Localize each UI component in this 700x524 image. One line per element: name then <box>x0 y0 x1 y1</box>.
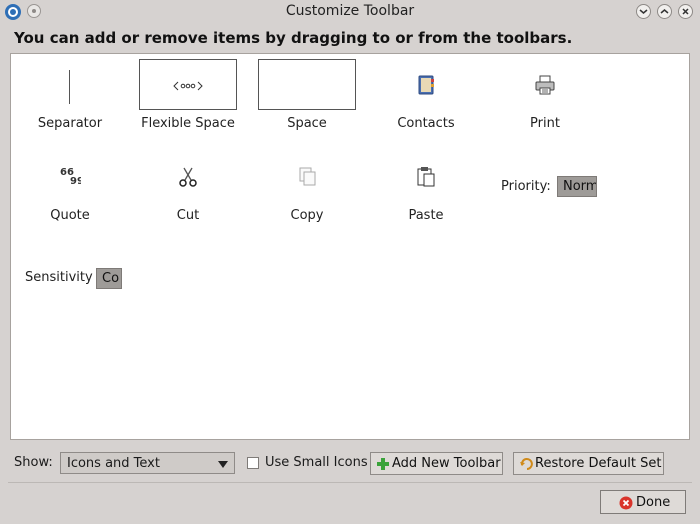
add-icon <box>377 458 389 470</box>
minimize-button[interactable] <box>636 4 651 19</box>
divider <box>8 482 692 483</box>
restore-icon <box>520 458 533 470</box>
palette-item-label: Cut <box>176 208 200 223</box>
restore-default-set-label: Restore Default Set <box>535 456 662 471</box>
palette-item-cut[interactable]: Cut <box>129 152 247 223</box>
flexible-space-icon <box>173 81 203 91</box>
bottom-controls: Show: Icons and Text Use Small Icons Add… <box>0 452 700 476</box>
priority-select[interactable]: Norm <box>557 176 597 197</box>
paste-icon <box>417 167 435 187</box>
separator-icon <box>69 70 70 104</box>
palette-item-label: Flexible Space <box>141 116 235 131</box>
sensitivity-label: Sensitivity <box>25 270 93 285</box>
palette-item-label: Space <box>287 116 327 131</box>
svg-text:99: 99 <box>70 176 81 187</box>
palette-item-contacts[interactable]: Contacts <box>367 60 485 131</box>
toolbar-palette[interactable]: Separator Flexible Space Space Contacts … <box>10 53 690 440</box>
show-label: Show: <box>14 455 53 470</box>
palette-item-label: Contacts <box>397 116 455 131</box>
show-mode-value: Icons and Text <box>67 456 160 471</box>
close-icon <box>682 8 689 15</box>
small-icons-checkbox[interactable] <box>247 457 259 469</box>
close-circle-icon <box>619 496 633 510</box>
palette-item-space[interactable]: Space <box>248 54 366 131</box>
chevron-up-icon <box>660 9 669 14</box>
dropdown-arrow-icon <box>218 461 228 468</box>
palette-item-print[interactable]: Print <box>486 60 604 131</box>
title-bar: Customize Toolbar <box>0 0 700 24</box>
small-icons-label[interactable]: Use Small Icons <box>265 455 368 470</box>
window-title: Customize Toolbar <box>285 3 415 19</box>
sensitivity-select[interactable]: Co <box>96 268 122 289</box>
palette-item-flexible-space[interactable]: Flexible Space <box>129 54 247 131</box>
palette-item-quote[interactable]: 66 99 Quote <box>11 152 129 223</box>
add-new-toolbar-button[interactable]: Add New Toolbar <box>370 452 503 475</box>
restore-default-set-button[interactable]: Restore Default Set <box>513 452 664 475</box>
palette-item-copy[interactable]: Copy <box>248 152 366 223</box>
address-book-icon <box>418 75 434 95</box>
add-new-toolbar-label: Add New Toolbar <box>392 456 501 471</box>
close-button[interactable] <box>678 4 693 19</box>
quote-icon: 66 99 <box>60 167 81 187</box>
priority-label: Priority: <box>501 179 551 194</box>
palette-item-label: Separator <box>37 116 103 131</box>
palette-item-label: Copy <box>290 208 324 223</box>
palette-item-label: Print <box>530 116 560 131</box>
instructions-heading: You can add or remove items by dragging … <box>14 29 573 47</box>
copy-icon <box>299 167 316 186</box>
scissors-icon <box>179 167 197 187</box>
palette-item-label: Paste <box>408 208 444 223</box>
chevron-down-icon <box>639 9 648 14</box>
palette-item-paste[interactable]: Paste <box>367 152 485 223</box>
maximize-button[interactable] <box>657 4 672 19</box>
show-mode-select[interactable]: Icons and Text <box>60 452 235 474</box>
palette-item-label: Quote <box>50 208 90 223</box>
space-icon <box>258 59 356 110</box>
done-label: Done <box>636 495 671 510</box>
printer-icon <box>535 75 555 95</box>
palette-item-separator[interactable]: Separator <box>11 60 129 131</box>
done-button[interactable]: Done <box>600 490 686 514</box>
